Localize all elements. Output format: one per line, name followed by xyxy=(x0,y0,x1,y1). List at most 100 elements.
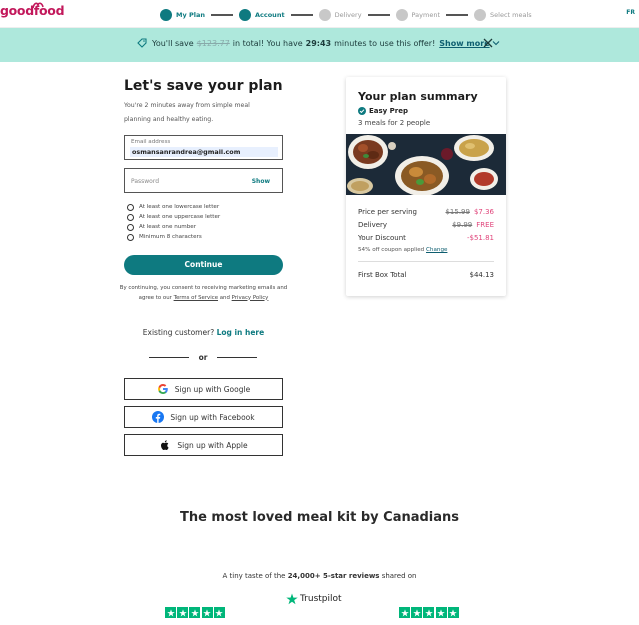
step-connector xyxy=(290,14,313,16)
section-headline: The most loved meal kit by Canadians xyxy=(179,510,460,525)
star-icon xyxy=(201,607,213,618)
star-icon xyxy=(213,607,225,618)
step-label: Delivery xyxy=(334,11,362,19)
login-link[interactable]: Log in here xyxy=(217,328,265,337)
reviews-prefix: A tiny taste of the xyxy=(222,572,286,580)
star-icon xyxy=(177,607,189,618)
trustpilot-logo[interactable]: Trustpilot xyxy=(286,593,342,605)
email-label: Email address xyxy=(131,139,171,145)
coupon-note: 54% off coupon applied Change xyxy=(358,247,447,253)
promo-message: You'll save $123.77 in total! You have 2… xyxy=(137,38,500,48)
step-label: Select meals xyxy=(490,11,532,19)
rule-text: At least one uppercase letter xyxy=(139,214,221,220)
rule-text: Minimum 8 characters xyxy=(139,234,202,240)
google-signup-label: Sign up with Google xyxy=(174,384,251,394)
show-password-button[interactable]: Show xyxy=(252,178,270,185)
delivery-old: $9.99 xyxy=(452,221,473,229)
discount-label: Your Discount xyxy=(358,234,406,242)
plan-name-text: Easy Prep xyxy=(369,107,409,115)
promo-banner: You'll save $123.77 in total! You have 2… xyxy=(0,28,639,62)
page-subtitle: You're 2 minutes away from simple meal p… xyxy=(124,102,250,123)
trustpilot-text: Trustpilot xyxy=(300,594,342,604)
email-input[interactable]: osmansanrandrea@gmail.com xyxy=(130,147,278,157)
goodfood-logo[interactable]: goodfood xyxy=(0,2,65,18)
reviews-count: 24,000+ 5-star reviews xyxy=(287,572,380,580)
delivery-values: $9.99 FREE xyxy=(452,221,494,229)
delivery-new: FREE xyxy=(476,221,494,229)
password-rule: Minimum 8 characters xyxy=(127,232,220,242)
apple-icon xyxy=(161,440,169,450)
or-label: or xyxy=(198,353,208,362)
tag-icon xyxy=(137,38,147,48)
price-per-serving-row: Price per serving $15.99 $7.36 xyxy=(358,208,494,216)
password-input[interactable]: Password xyxy=(131,178,159,185)
privacy-policy-link[interactable]: Privacy Policy xyxy=(232,295,269,301)
checkout-stepper: My Plan Account Delivery Payment Select … xyxy=(160,8,532,22)
star-icon xyxy=(189,607,201,618)
promo-savings-amount: $123.77 xyxy=(196,38,230,48)
promo-text: minutes to use this offer! xyxy=(334,38,436,48)
existing-customer-text: Existing customer? xyxy=(142,328,215,337)
promo-text: in total! You have xyxy=(232,38,303,48)
discount-value: -$51.81 xyxy=(466,234,494,242)
step-payment: Payment xyxy=(395,9,441,21)
rule-circle-icon xyxy=(127,223,134,231)
password-field[interactable]: Password Show xyxy=(124,168,283,193)
star-icon xyxy=(411,607,423,618)
step-dot xyxy=(238,9,251,21)
divider-line xyxy=(149,357,189,358)
close-icon[interactable] xyxy=(482,37,494,49)
page-title: Let's save your plan xyxy=(124,78,283,94)
promo-timer: 29:43 xyxy=(305,38,332,48)
continue-button[interactable]: Continue xyxy=(124,255,283,275)
email-field[interactable]: Email address osmansanrandrea@gmail.com xyxy=(124,135,283,160)
step-connector xyxy=(367,14,390,16)
rule-circle-icon xyxy=(127,213,134,221)
step-connector xyxy=(446,14,469,16)
step-label: Payment xyxy=(411,11,441,19)
promo-prefix: You'll save xyxy=(152,38,194,48)
change-coupon-link[interactable]: Change xyxy=(426,247,447,253)
price-new: $7.36 xyxy=(473,208,494,216)
total-value: $44.13 xyxy=(469,271,495,279)
coupon-text: 54% off coupon applied xyxy=(358,247,425,253)
price-old: $15.99 xyxy=(445,208,470,216)
facebook-icon xyxy=(152,411,165,423)
discount-row: Your Discount -$51.81 xyxy=(358,234,494,242)
existing-customer: Existing customer? Log in here xyxy=(124,328,283,337)
password-rule: At least one number xyxy=(127,222,220,232)
total-label: First Box Total xyxy=(358,271,407,279)
step-account[interactable]: Account xyxy=(238,9,285,21)
or-divider: or xyxy=(149,353,258,362)
total-row: First Box Total $44.13 xyxy=(358,271,494,279)
rule-text: At least one number xyxy=(139,224,197,230)
plan-summary-card: Your plan summary Easy Prep 3 meals for … xyxy=(346,77,506,296)
password-rule: At least one uppercase letter xyxy=(127,212,220,222)
reviews-line: A tiny taste of the 24,000+ 5-star revie… xyxy=(0,572,639,580)
language-toggle[interactable]: FR xyxy=(626,9,635,16)
star-icon xyxy=(286,593,298,605)
check-circle-icon xyxy=(358,107,366,115)
consent-and: and xyxy=(219,294,230,301)
star-icon xyxy=(165,607,176,618)
rule-circle-icon xyxy=(127,233,134,241)
step-label: My Plan xyxy=(176,11,205,19)
logo-heart-icon xyxy=(32,2,44,9)
step-my-plan[interactable]: My Plan xyxy=(160,9,205,21)
facebook-signup-button[interactable]: Sign up with Facebook xyxy=(124,406,283,428)
meals-count: 3 meals for 2 people xyxy=(358,119,431,127)
terms-of-service-link[interactable]: Terms of Service xyxy=(174,295,218,301)
top-header: goodfood My Plan Account Delivery Paymen… xyxy=(0,0,639,28)
consent-text: By continuing, you consent to receiving … xyxy=(116,284,291,303)
plan-name: Easy Prep xyxy=(358,107,408,115)
facebook-signup-label: Sign up with Facebook xyxy=(170,412,255,422)
apple-signup-label: Sign up with Apple xyxy=(177,440,248,450)
rating-stars xyxy=(165,607,226,618)
summary-title: Your plan summary xyxy=(358,90,478,103)
password-rules: At least one lowercase letter At least o… xyxy=(127,202,220,242)
star-icon xyxy=(423,607,435,618)
apple-signup-button[interactable]: Sign up with Apple xyxy=(124,434,283,456)
google-signup-button[interactable]: Sign up with Google xyxy=(124,378,283,400)
rule-circle-icon xyxy=(127,203,134,211)
delivery-label: Delivery xyxy=(358,221,388,229)
